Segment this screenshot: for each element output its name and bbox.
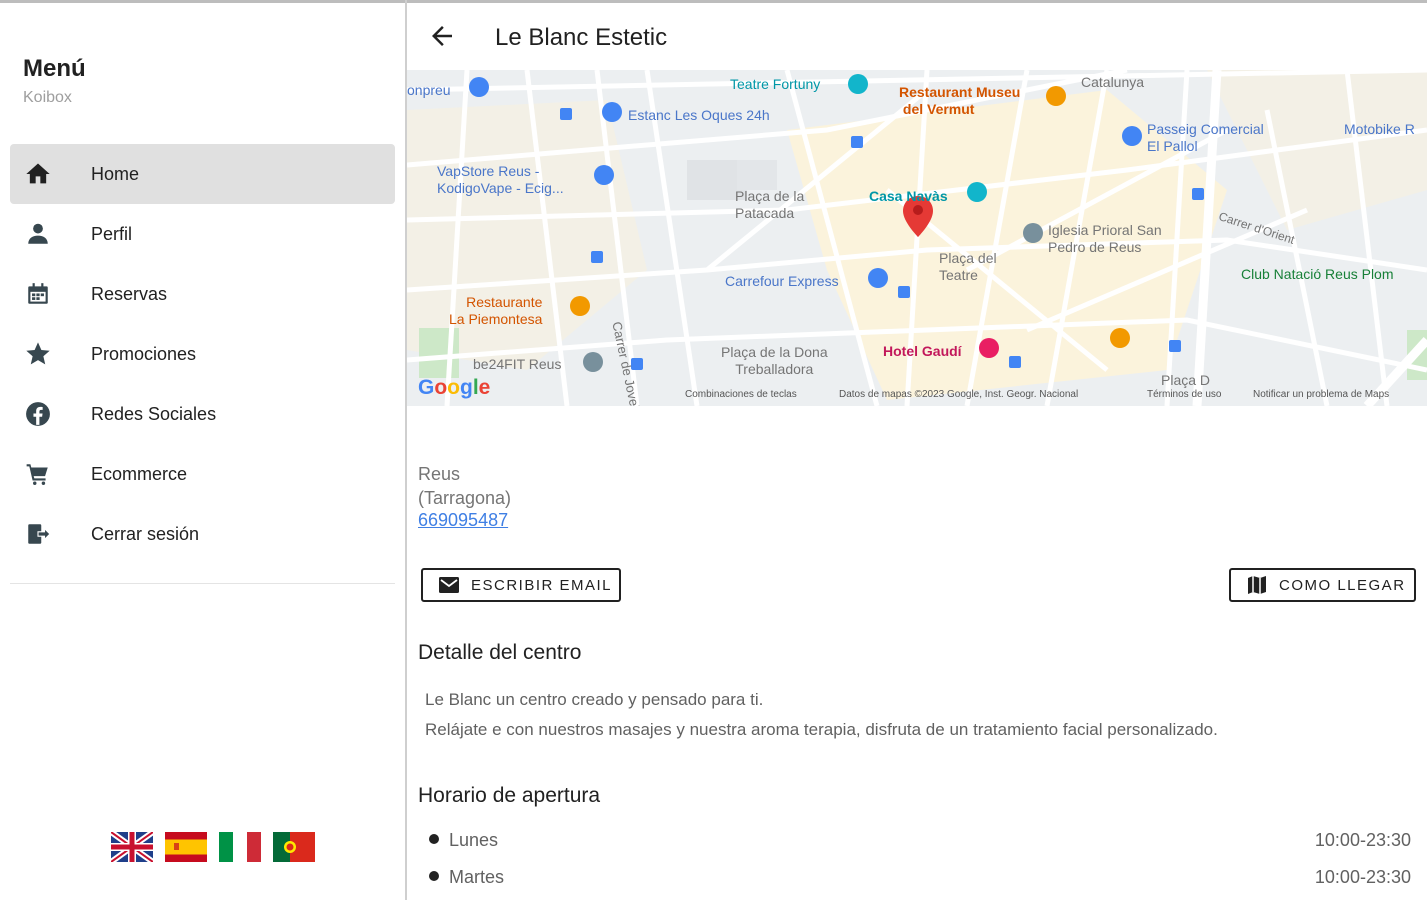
map-label: Restaurant Museu del Vermut: [899, 84, 1021, 117]
schedule-day: Lunes: [449, 830, 499, 850]
map-label: Casa Navàs: [869, 188, 948, 204]
map-label: Plaça D: [1161, 372, 1211, 388]
location-map[interactable]: onpreu Teatre Fortuny Restaurant Museu d…: [407, 70, 1427, 406]
google-logo: Google: [418, 376, 491, 399]
flag-uk-icon[interactable]: [111, 832, 153, 862]
map-label: onpreu: [407, 82, 451, 98]
cart-icon: [24, 460, 52, 488]
schedule-row: Martes 10:00-23:30: [425, 867, 1411, 891]
app-bar: Le Blanc Estetic: [407, 3, 1427, 70]
map-footer-link[interactable]: Notificar un problema de Maps: [1253, 389, 1389, 400]
phone-link[interactable]: 669095487: [418, 510, 508, 531]
nav-item-ecommerce[interactable]: Ecommerce: [10, 444, 395, 504]
address-city: Reus: [418, 464, 461, 484]
map-icon: [1247, 575, 1267, 595]
nav-item-cerrar-sesion[interactable]: Cerrar sesión: [10, 504, 395, 564]
schedule-hours: 10:00-23:30: [1314, 830, 1411, 850]
back-arrow-icon[interactable]: [427, 21, 457, 51]
facebook-icon: [24, 400, 52, 428]
nav-item-label: Perfil: [91, 223, 133, 244]
address: Reus (Tarragona): [418, 462, 511, 510]
email-button[interactable]: ESCRIBIR EMAIL: [421, 568, 621, 602]
menu-divider: [10, 583, 395, 584]
directions-button[interactable]: COMO LLEGAR: [1229, 568, 1416, 602]
schedule-day: Martes: [449, 867, 505, 887]
map-label: Catalunya: [1081, 74, 1145, 90]
flag-spain-icon[interactable]: [165, 832, 207, 862]
map-footer-link[interactable]: Términos de uso: [1147, 389, 1221, 400]
bullet-icon: [429, 834, 439, 844]
nav-item-label: Ecommerce: [91, 463, 188, 484]
nav-item-home[interactable]: Home: [10, 144, 395, 204]
map-label: Plaça de la Dona Treballadora: [721, 344, 828, 377]
nav-item-reservas[interactable]: Reservas: [10, 264, 395, 324]
hours-title: Horario de apertura: [418, 784, 601, 807]
nav-item-label: Redes Sociales: [91, 403, 217, 424]
description-line: Le Blanc un centro creado y pensado para…: [425, 690, 764, 709]
map-label: Restaurante La Piemontesa: [449, 294, 543, 327]
nav-item-redes-sociales[interactable]: Redes Sociales: [10, 384, 395, 444]
nav-item-label: Reservas: [91, 283, 168, 304]
nav-item-label: Cerrar sesión: [91, 523, 200, 544]
bullet-icon: [429, 871, 439, 881]
map-label: Motobike R: [1344, 121, 1415, 137]
directions-button-label: COMO LLEGAR: [1279, 576, 1406, 594]
map-label: Hotel Gaudí: [883, 343, 962, 359]
email-button-label: ESCRIBIR EMAIL: [471, 576, 613, 594]
home-icon: [24, 160, 52, 188]
flag-italy-icon[interactable]: [219, 832, 261, 862]
map-label: Plaça del Teatre: [939, 250, 997, 283]
address-province: (Tarragona): [418, 488, 512, 508]
flag-portugal-icon[interactable]: [273, 832, 315, 862]
calendar-icon: [24, 280, 52, 308]
map-label: Club Natació Reus Plom: [1241, 266, 1394, 282]
map-label: Teatre Fortuny: [730, 76, 821, 92]
mail-icon: [439, 575, 459, 595]
detail-title: Detalle del centro: [418, 641, 582, 664]
nav-item-label: Promociones: [91, 343, 197, 364]
map-label: be24FIT Reus: [473, 356, 562, 372]
menu-subtitle: Koibox: [23, 89, 72, 106]
map-footer-link[interactable]: Combinaciones de teclas: [685, 389, 797, 400]
map-footer-text: Datos de mapas ©2023 Google, Inst. Geogr…: [839, 389, 1079, 400]
page-title: Le Blanc Estetic: [495, 24, 668, 51]
schedule-row: Lunes 10:00-23:30: [425, 830, 1411, 854]
nav-item-label: Home: [91, 163, 140, 184]
map-label: VapStore Reus - KodigoVape - Ecig...: [437, 163, 564, 196]
schedule-hours: 10:00-23:30: [1314, 867, 1411, 887]
person-icon: [24, 220, 52, 248]
nav-item-perfil[interactable]: Perfil: [10, 204, 395, 264]
logout-icon: [24, 520, 52, 548]
menu-title: Menú: [23, 55, 86, 82]
map-label: Estanc Les Oques 24h: [628, 107, 770, 123]
map-label: Iglesia Prioral San Pedro de Reus: [1048, 222, 1162, 255]
map-label: Passeig Comercial El Pallol: [1147, 121, 1264, 154]
nav-item-promociones[interactable]: Promociones: [10, 324, 395, 384]
nav-list: Home Perfil Reservas Promociones Redes S…: [10, 144, 395, 564]
map-label: Plaça de la Patacada: [735, 188, 805, 221]
description-line: Relájate e con nuestros masajes y nuestr…: [425, 720, 1218, 739]
map-label: Carrefour Express: [725, 273, 839, 289]
star-icon: [24, 340, 52, 368]
language-selector: [111, 832, 315, 862]
